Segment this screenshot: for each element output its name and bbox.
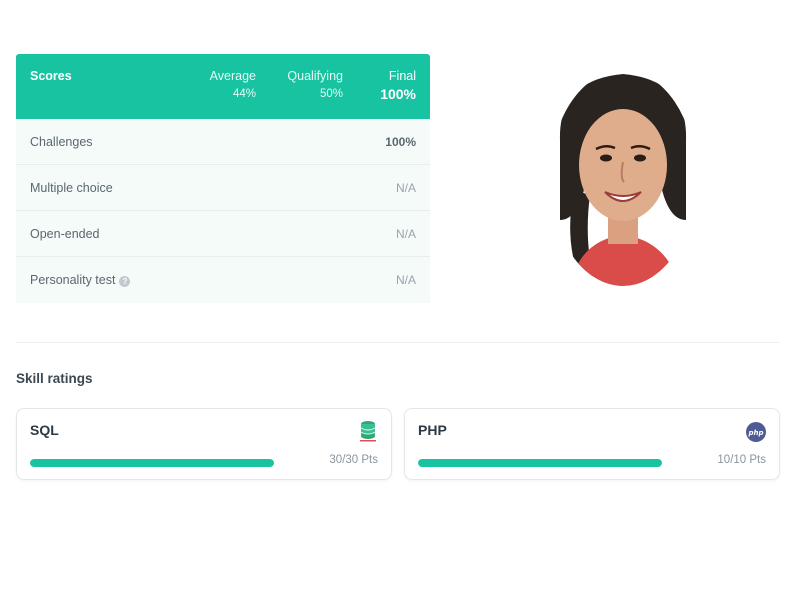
scores-header: Scores Average 44% Qualifying 50% Final … bbox=[16, 54, 430, 119]
row-value: 100% bbox=[385, 135, 416, 149]
divider bbox=[16, 342, 780, 343]
qualifying-label: Qualifying bbox=[287, 69, 343, 83]
qualifying-column: Qualifying 50% bbox=[287, 69, 343, 100]
skill-card-sql[interactable]: SQL 30/30 Pts bbox=[16, 408, 392, 480]
skill-progress-bar bbox=[418, 459, 662, 467]
score-row-personality-test: Personality test? N/A bbox=[16, 257, 430, 303]
average-value: 44% bbox=[232, 88, 256, 100]
average-label: Average bbox=[209, 69, 256, 83]
row-value: N/A bbox=[395, 181, 416, 195]
row-value: N/A bbox=[395, 227, 416, 241]
question-circle-icon[interactable]: ? bbox=[119, 276, 131, 287]
row-label: Open-ended bbox=[30, 227, 100, 241]
skill-points: 10/10 Pts bbox=[717, 454, 766, 466]
skill-progress-fill bbox=[418, 459, 662, 467]
skill-progress-bar bbox=[30, 459, 274, 467]
row-label: Personality test bbox=[30, 273, 116, 287]
final-column: Final 100% bbox=[380, 69, 416, 102]
score-row-multiple-choice: Multiple choice N/A bbox=[16, 165, 430, 211]
score-row-challenges: Challenges 100% bbox=[16, 119, 430, 165]
score-row-open-ended: Open-ended N/A bbox=[16, 211, 430, 257]
avatar bbox=[550, 70, 696, 286]
skill-card-php[interactable]: PHP php 10/10 Pts bbox=[404, 408, 780, 480]
php-logo-icon: php bbox=[746, 422, 766, 442]
scores-table: Scores Average 44% Qualifying 50% Final … bbox=[16, 54, 430, 303]
row-label: Challenges bbox=[30, 135, 93, 149]
row-label-wrap: Personality test? bbox=[30, 273, 131, 287]
skill-name: SQL bbox=[30, 422, 59, 438]
row-value: N/A bbox=[395, 273, 416, 287]
average-column: Average 44% bbox=[210, 69, 256, 100]
row-label: Multiple choice bbox=[30, 181, 113, 195]
scores-title: Scores bbox=[30, 69, 72, 83]
final-label: Final bbox=[388, 69, 416, 83]
skill-ratings-title: Skill ratings bbox=[16, 371, 93, 386]
skill-points: 30/30 Pts bbox=[329, 454, 378, 466]
svg-text:php: php bbox=[747, 429, 763, 437]
final-value: 100% bbox=[380, 86, 416, 102]
skill-name: PHP bbox=[418, 422, 447, 438]
database-icon bbox=[360, 421, 376, 442]
candidate-report: Scores Average 44% Qualifying 50% Final … bbox=[0, 0, 800, 600]
qualifying-value: 50% bbox=[319, 88, 343, 100]
skill-progress-fill bbox=[30, 459, 274, 467]
